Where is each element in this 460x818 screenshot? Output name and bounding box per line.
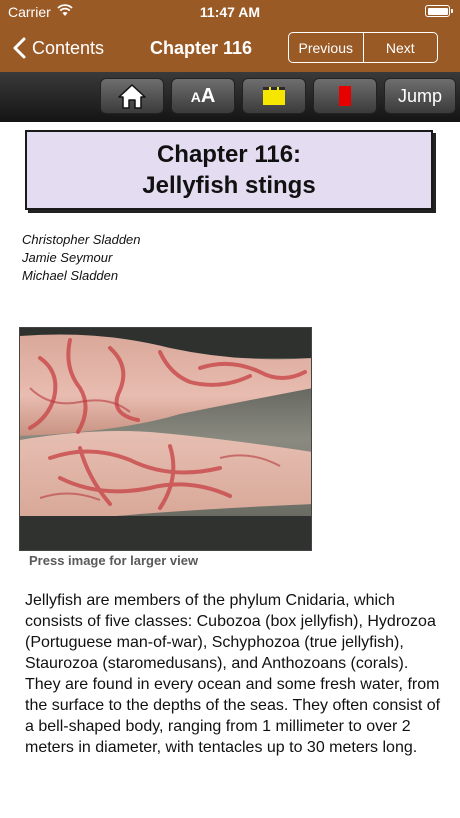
next-button[interactable]: Next — [362, 33, 438, 62]
navigation-bar: Contents Chapter 116 Previous Next — [0, 24, 460, 72]
page-title: Chapter 116 — [150, 38, 253, 58]
chapter-body-text: Jellyfish are members of the phylum Cnid… — [25, 592, 441, 756]
chapter-title: Jellyfish stings — [142, 172, 316, 199]
battery-icon — [425, 5, 453, 17]
chapter-pager: Previous Next — [288, 32, 438, 63]
bookmark-button[interactable] — [313, 78, 377, 114]
jellyfish-sting-photo[interactable] — [19, 327, 312, 551]
font-size-icon: AA — [190, 84, 216, 107]
jump-button[interactable]: Jump — [384, 78, 456, 114]
previous-button[interactable]: Previous — [289, 33, 363, 62]
author-name: Michael Sladden — [22, 268, 119, 283]
chevron-left-icon — [13, 37, 26, 59]
author-name: Christopher Sladden — [22, 232, 141, 247]
home-icon — [118, 84, 146, 109]
author-name: Jamie Seymour — [22, 250, 113, 265]
red-bookmark-icon — [339, 86, 351, 106]
note-button[interactable] — [242, 78, 306, 114]
contents-back-label: Contents — [32, 37, 105, 58]
image-caption: Press image for larger view — [29, 553, 199, 568]
author-list: Christopher Sladden Jamie Seymour Michae… — [22, 231, 141, 285]
home-button[interactable] — [100, 78, 164, 114]
yellow-note-icon — [263, 87, 285, 105]
chapter-number: Chapter 116: — [156, 141, 302, 168]
chapter-heading-box: Chapter 116: Jellyfish stings — [25, 130, 433, 210]
contents-back-button[interactable]: Contents — [12, 34, 104, 62]
status-bar: Carrier 11:47 AM — [0, 0, 460, 24]
nav-header: Carrier 11:47 AM Contents Chapter 116 Pr… — [0, 0, 460, 72]
toolbar: AA Jump — [0, 72, 460, 122]
font-size-button[interactable]: AA — [171, 78, 235, 114]
status-time: 11:47 AM — [199, 4, 261, 20]
